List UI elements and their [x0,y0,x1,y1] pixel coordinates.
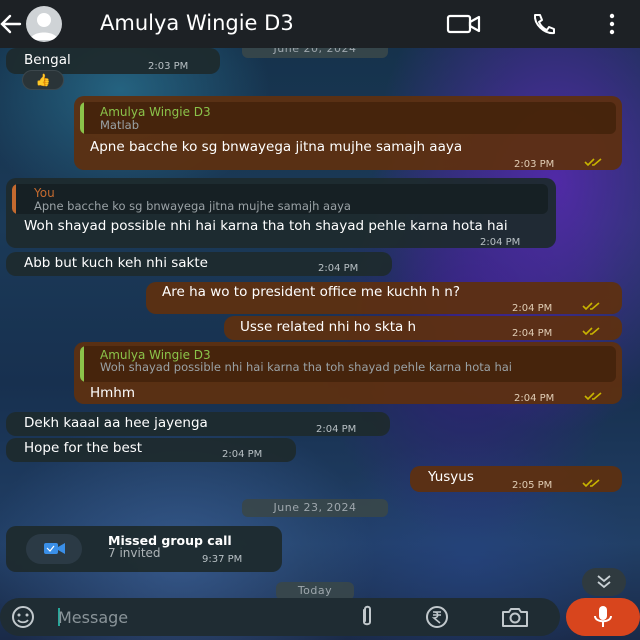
voice-record-button[interactable] [566,598,640,636]
message-text: Woh shayad possible nhi hai karna tha to… [24,218,508,234]
message-time: 2:04 PM [512,303,553,314]
read-receipt-icon [582,327,600,336]
read-receipt-icon [584,392,602,401]
message-input[interactable] [58,606,338,628]
contact-name[interactable]: Amulya Wingie D3 [100,11,294,35]
quote-accent-bar [80,102,84,134]
video-call-icon[interactable] [446,12,481,36]
message-time: 2:04 PM [316,424,357,435]
message-time: 2:03 PM [514,159,555,170]
message-text: Usse related nhi ho skta h [240,319,417,335]
message-time: 2:03 PM [148,61,189,72]
chat-header: Amulya Wingie D3 [0,0,640,48]
message-time: 2:05 PM [512,480,553,491]
paperclip-icon[interactable] [356,604,378,634]
message-bubble-incoming[interactable]: Abb but kuch keh nhi sakte 2:04 PM [6,252,392,276]
message-bubble-outgoing[interactable]: Usse related nhi ho skta h 2:04 PM [224,316,622,340]
double-chevron-down-icon [597,575,611,589]
missed-call-card[interactable]: Missed group call 7 invited 9:37 PM [6,526,282,572]
phone-icon[interactable] [530,12,558,36]
message-text: Hmhm [90,385,136,401]
quote-accent-bar [12,184,16,214]
message-text: Dekh kaaal aa hee jayenga [24,415,208,431]
quote-text: Woh shayad possible nhi hai karna tha to… [100,360,512,374]
rupee-payment-icon[interactable] [424,604,450,634]
message-text: Hope for the best [24,440,143,456]
message-time: 2:04 PM [318,263,359,274]
message-bubble-outgoing[interactable]: Yusyus 2:05 PM [410,466,622,492]
message-time: 9:37 PM [202,554,243,565]
message-time: 2:04 PM [480,237,521,248]
video-call-icon [26,534,82,564]
message-text: Bengal [24,52,71,68]
message-time: 2:04 PM [514,393,555,404]
message-text: Apne bacche ko sg bnwayega jitna mujhe s… [90,139,463,155]
message-text: Abb but kuch keh nhi sakte [24,255,208,271]
more-vert-icon[interactable] [606,12,618,36]
message-bubble-incoming[interactable]: Hope for the best 2:04 PM [6,438,296,462]
read-receipt-icon [584,158,602,167]
message-bubble-incoming[interactable]: You Apne bacche ko sg bnwayega jitna muj… [6,178,556,248]
message-text: Yusyus [428,469,474,485]
missed-call-subtitle: 7 invited [108,546,161,560]
quote-text: Matlab [100,118,140,132]
message-time: 2:04 PM [512,328,553,339]
scroll-to-bottom-button[interactable] [582,568,626,596]
quote-accent-bar [80,346,84,382]
read-receipt-icon [582,302,600,311]
quote-text: Apne bacche ko sg bnwayega jitna mujhe s… [34,199,351,213]
thumbs-up-icon: 👍 [35,73,51,87]
emoji-icon[interactable] [10,605,36,633]
reaction-badge[interactable]: 👍 [22,70,64,90]
read-receipt-icon [582,479,600,488]
quoted-reply[interactable]: Amulya Wingie D3 Woh shayad possible nhi… [80,346,616,382]
microphone-icon [594,606,612,627]
quoted-reply[interactable]: You Apne bacche ko sg bnwayega jitna muj… [12,184,548,214]
message-text: Are ha wo to president office me kuchh h… [162,284,461,300]
message-bubble-outgoing[interactable]: Are ha wo to president office me kuchh h… [146,282,622,314]
back-arrow-icon[interactable] [0,10,22,38]
camera-icon[interactable] [500,604,530,634]
contact-avatar[interactable] [26,6,62,42]
message-bubble-outgoing[interactable]: Amulya Wingie D3 Woh shayad possible nhi… [74,342,622,404]
message-bubble-outgoing[interactable]: Amulya Wingie D3 Matlab Apne bacche ko s… [74,96,622,170]
message-time: 2:04 PM [222,449,263,460]
message-bubble-incoming[interactable]: Dekh kaaal aa hee jayenga 2:04 PM [6,412,390,436]
date-chip: June 23, 2024 [242,499,388,517]
quoted-reply[interactable]: Amulya Wingie D3 Matlab [80,102,616,134]
